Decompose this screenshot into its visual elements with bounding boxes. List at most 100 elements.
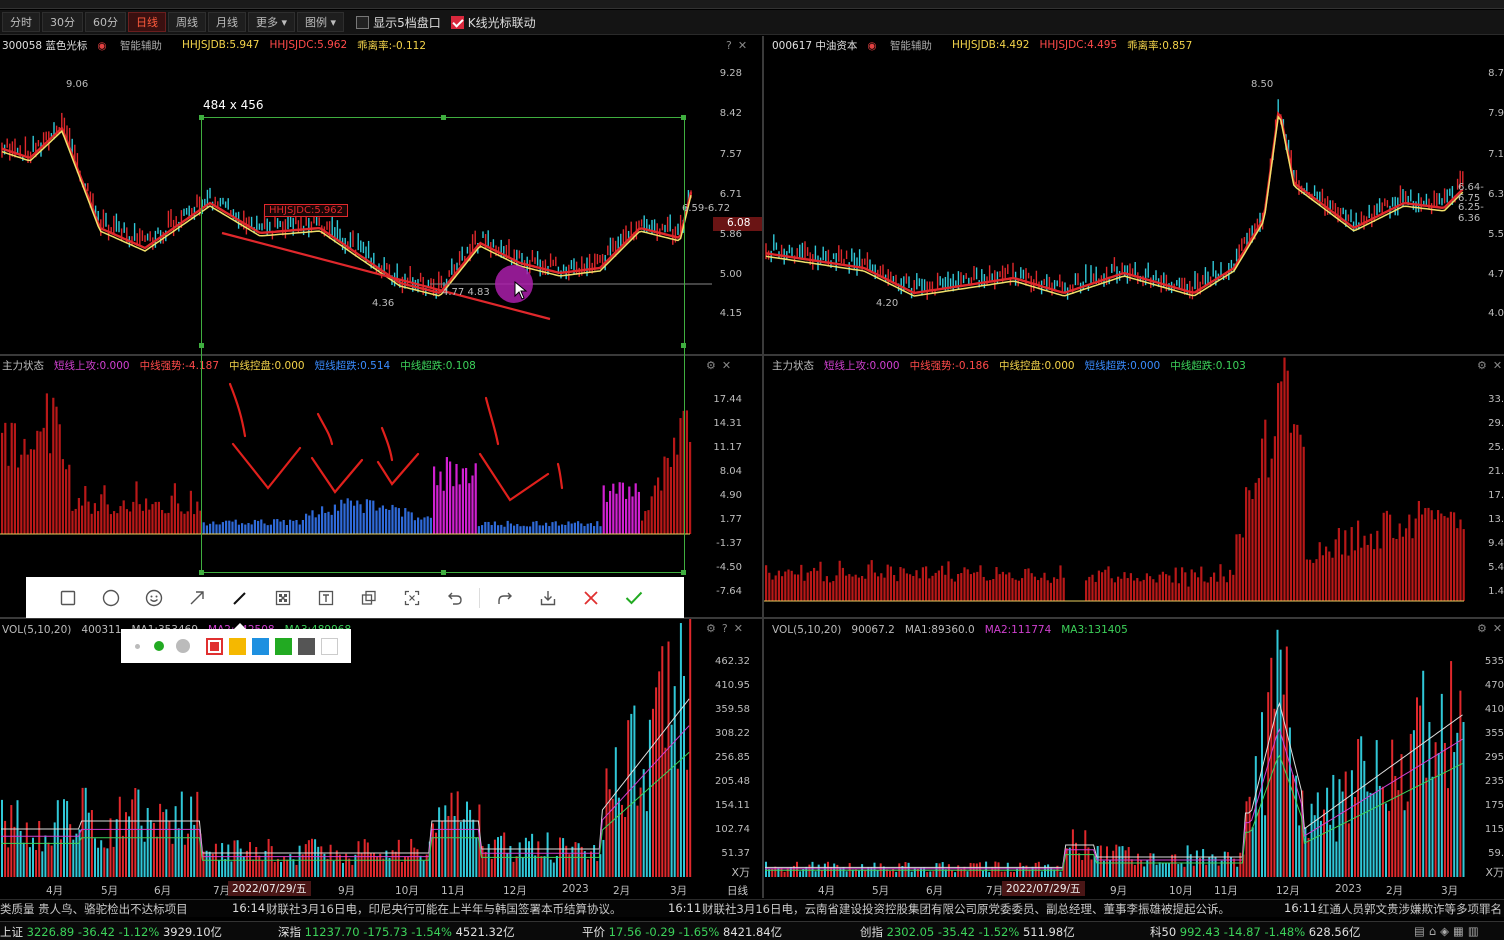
news-ticker[interactable]: 类质量 贵人鸟、骆驼检出不达标项目 16:14 财联社3月16日电，印尼央行可能…: [0, 899, 1504, 917]
volume-bar: [87, 812, 90, 877]
klink-checkbox[interactable]: K线光标联动: [450, 14, 536, 31]
period-tab[interactable]: 周线: [168, 12, 206, 32]
index-avg[interactable]: 平价 17.56 -0.29 -1.65% 8421.84亿: [582, 924, 782, 940]
volume-bar: [1456, 732, 1459, 877]
pen-tool[interactable]: [218, 584, 261, 612]
volume-bar: [1329, 824, 1332, 877]
volume-bar: [1075, 842, 1077, 877]
right-indicator-pane[interactable]: 主力状态 短线上攻:0.000 中线强势:-0.186 中线控盘:0.000 短…: [764, 356, 1504, 617]
period-tab[interactable]: 30分: [42, 12, 83, 32]
indicator-bar: [186, 511, 189, 534]
indicator-bar: [173, 483, 176, 534]
resize-handle[interactable]: [681, 570, 686, 575]
text-tool[interactable]: [304, 584, 347, 612]
volume-bar: [876, 870, 879, 877]
period-tab[interactable]: 分时: [2, 12, 40, 32]
screenshot-toolbar: [26, 577, 684, 618]
ticker-item[interactable]: 类质量 贵人鸟、骆驼检出不达标项目: [0, 901, 188, 917]
left-volume-pane[interactable]: VOL(5,10,20) 400311 MA1:353469 MA2:44250…: [0, 619, 762, 880]
volume-bar: [280, 861, 282, 877]
period-tab[interactable]: 60分: [85, 12, 126, 32]
period-label[interactable]: 日线: [727, 883, 748, 898]
volume-bar: [1192, 865, 1195, 877]
ticker-time: 16:11: [1284, 901, 1318, 915]
period-tab[interactable]: 月线: [208, 12, 246, 32]
resize-handle[interactable]: [441, 570, 446, 575]
color-swatch-blue[interactable]: [252, 637, 269, 655]
ticker-item[interactable]: 财联社3月16日电，云南省建设投资控股集团有限公司原党委委员、副总经理、董事李振…: [702, 901, 1230, 917]
size-medium[interactable]: [154, 641, 164, 651]
indicator-bar: [1238, 534, 1241, 601]
volume-bar: [90, 810, 93, 877]
indicator-bar: [129, 511, 132, 534]
circle-tool[interactable]: [89, 584, 132, 612]
volume-bar: [422, 860, 425, 877]
period-tab-active[interactable]: 日线: [128, 12, 166, 32]
indicator-bar: [103, 485, 106, 534]
index-sz[interactable]: 深指 11237.70 -175.73 -1.54% 4521.32亿: [278, 924, 515, 940]
redo-tool[interactable]: [483, 584, 526, 612]
undo-tool[interactable]: [433, 584, 476, 612]
right-volume-pane[interactable]: VOL(5,10,20) 90067.2 MA1:89360.0 MA2:111…: [764, 619, 1504, 880]
volume-bar: [1171, 854, 1174, 877]
color-swatch-white[interactable]: [321, 637, 338, 655]
size-small[interactable]: [135, 643, 140, 649]
right-indicator-yaxis: 33. 29. 25. 21. 17. 13. 9.4 5.4 1.4: [1488, 394, 1504, 597]
indicator-bar: [122, 500, 125, 534]
arrow-tool[interactable]: [175, 584, 218, 612]
color-palette: [121, 623, 351, 663]
volume-bar: [966, 871, 969, 877]
volume-bar: [267, 838, 270, 877]
resize-handle[interactable]: [199, 343, 204, 348]
cancel-tool[interactable]: [569, 584, 612, 612]
save-tool[interactable]: [526, 584, 569, 612]
ticker-item[interactable]: 红通人员郭文贵涉嫌欺诈等多项罪名: [1318, 901, 1502, 917]
volume-bar: [255, 846, 258, 877]
indicator-bar: [1293, 424, 1296, 601]
confirm-tool[interactable]: [612, 584, 655, 612]
volume-bar: [56, 800, 59, 877]
ticker-item[interactable]: 财联社3月16日电，印尼央行可能在上半年与韩国签署本币结算协议。: [266, 901, 621, 917]
resize-handle[interactable]: [681, 343, 686, 348]
indicator-bar: [1229, 569, 1232, 601]
indicator-bar: [13, 423, 16, 534]
indicator-bar: [880, 573, 883, 601]
index-sh[interactable]: 上证 3226.89 -36.42 -1.12% 3929.10亿: [0, 924, 222, 940]
color-swatch-red[interactable]: [206, 637, 223, 655]
indicator-bar: [1456, 528, 1459, 601]
indicator-bar: [864, 578, 867, 601]
index-cy[interactable]: 创指 2302.05 -35.42 -1.52% 511.98亿: [860, 924, 1075, 940]
ocr-tool[interactable]: [390, 584, 433, 612]
color-swatch-yellow[interactable]: [229, 637, 246, 655]
status-icons[interactable]: ▤⌂◈▦▥: [1414, 924, 1483, 938]
size-large[interactable]: [176, 639, 190, 653]
more-dropdown[interactable]: 更多 ▾: [248, 12, 296, 32]
resize-handle[interactable]: [199, 115, 204, 120]
resize-handle[interactable]: [441, 115, 446, 120]
color-swatch-green[interactable]: [275, 637, 292, 655]
volume-bar: [143, 841, 146, 877]
copy-tool[interactable]: [347, 584, 390, 612]
volume-bar: [910, 871, 913, 877]
indicator-bar: [1325, 546, 1328, 601]
right-kline-pane[interactable]: 000617 中油资本 ◉ 智能辅助 HHJSJDB:4.492 HHJSJDC…: [764, 36, 1504, 354]
volume-bar: [954, 872, 957, 877]
index-kc[interactable]: 科50 992.43 -14.87 -1.48% 628.56亿: [1150, 924, 1361, 940]
indicator-bar: [1094, 581, 1097, 601]
indicator-bar: [1085, 580, 1088, 601]
volume-bar: [47, 842, 50, 877]
volume-bar: [1099, 845, 1102, 877]
resize-handle[interactable]: [681, 115, 686, 120]
volume-bar: [242, 856, 245, 877]
legend-dropdown[interactable]: 图例 ▾: [297, 12, 345, 32]
resize-handle[interactable]: [199, 570, 204, 575]
emoji-tool[interactable]: [132, 584, 175, 612]
rect-tool[interactable]: [46, 584, 89, 612]
selection-rectangle[interactable]: [199, 115, 686, 575]
show5-checkbox[interactable]: 显示5档盘口: [356, 14, 441, 31]
color-swatch-gray[interactable]: [298, 637, 315, 655]
indicator-bar: [883, 577, 886, 601]
indicator-bar: [1373, 549, 1376, 601]
mosaic-tool[interactable]: [261, 584, 304, 612]
volume-bar: [1434, 742, 1437, 877]
